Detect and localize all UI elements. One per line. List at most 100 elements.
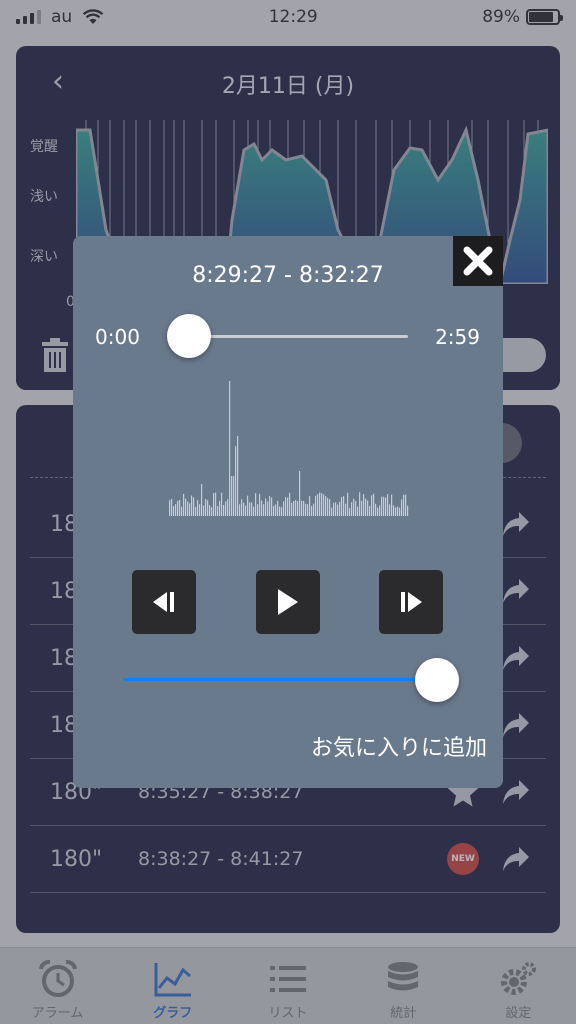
waveform-bar — [355, 500, 357, 516]
waveform-bar — [287, 497, 289, 516]
waveform-bar — [283, 501, 285, 516]
waveform-bar — [189, 503, 191, 516]
waveform-bar — [185, 498, 187, 516]
waveform-bar — [227, 499, 229, 516]
waveform-bar — [399, 507, 401, 516]
seek-slider-thumb[interactable] — [167, 314, 211, 358]
add-to-favorites-button[interactable]: お気に入りに追加 — [311, 730, 487, 762]
waveform-bar — [177, 500, 179, 516]
waveform-bar — [193, 497, 195, 516]
waveform-bar — [267, 501, 269, 516]
seek-slider-track[interactable] — [188, 335, 408, 338]
waveform-bar — [213, 492, 215, 516]
waveform-bar — [225, 501, 227, 516]
waveform-bar — [257, 504, 259, 516]
waveform-bar — [215, 492, 217, 516]
waveform-bar — [333, 502, 335, 516]
waveform-bar — [339, 501, 341, 516]
volume-slider-track[interactable] — [123, 678, 437, 681]
waveform-bar — [255, 493, 257, 516]
waveform-bar — [233, 476, 235, 516]
waveform-bar — [229, 381, 231, 516]
waveform-bar — [263, 504, 265, 516]
waveform-bar — [345, 503, 347, 516]
play-button[interactable] — [256, 570, 320, 634]
waveform-bar — [363, 494, 365, 516]
waveform-bar — [259, 493, 261, 516]
waveform-bar — [191, 495, 193, 516]
waveform-bar — [361, 500, 363, 516]
waveform — [169, 381, 409, 516]
waveform-bar — [235, 446, 237, 516]
waveform-bar — [317, 494, 319, 516]
waveform-bar — [249, 502, 251, 516]
skip-back-icon — [153, 592, 174, 612]
waveform-bar — [381, 496, 383, 516]
waveform-bar — [275, 504, 277, 516]
waveform-bar — [187, 501, 189, 516]
waveform-bar — [301, 500, 303, 516]
waveform-bar — [295, 500, 297, 516]
waveform-bar — [369, 505, 371, 516]
waveform-bar — [271, 497, 273, 516]
waveform-bar — [207, 500, 209, 516]
waveform-bar — [197, 500, 199, 516]
waveform-bar — [387, 494, 389, 516]
waveform-bar — [293, 500, 295, 516]
waveform-bar — [375, 503, 377, 516]
waveform-bar — [329, 499, 331, 516]
total-time: 2:59 — [435, 325, 480, 349]
waveform-bar — [353, 498, 355, 516]
waveform-bar — [389, 504, 391, 516]
waveform-bar — [299, 471, 301, 516]
waveform-bar — [337, 504, 339, 516]
waveform-bar — [383, 496, 385, 516]
waveform-bar — [395, 507, 397, 516]
skip-forward-button[interactable] — [379, 570, 443, 634]
waveform-bar — [281, 507, 283, 516]
waveform-bar — [377, 507, 379, 516]
skip-forward-icon — [401, 592, 422, 612]
waveform-bar — [359, 492, 361, 516]
waveform-bar — [343, 496, 345, 516]
waveform-bar — [285, 497, 287, 516]
waveform-bar — [175, 504, 177, 516]
volume-slider-thumb[interactable] — [415, 658, 459, 702]
waveform-bar — [171, 499, 173, 516]
player-modal: 8:29:27 - 8:32:27 0:00 2:59 お気に入りに追加 — [73, 236, 503, 788]
waveform-bar — [261, 500, 263, 516]
elapsed-time: 0:00 — [95, 325, 140, 349]
waveform-bar — [391, 494, 393, 516]
waveform-bar — [349, 507, 351, 516]
waveform-bar — [211, 507, 213, 516]
waveform-bar — [335, 502, 337, 516]
waveform-bar — [251, 502, 253, 516]
waveform-bar — [397, 506, 399, 516]
waveform-bar — [217, 506, 219, 516]
waveform-bar — [241, 499, 243, 516]
waveform-bar — [183, 493, 185, 516]
waveform-bar — [323, 494, 325, 516]
waveform-bar — [307, 504, 309, 516]
skip-back-button[interactable] — [132, 570, 196, 634]
waveform-bar — [331, 507, 333, 516]
waveform-bar — [379, 505, 381, 516]
waveform-bar — [239, 504, 241, 516]
waveform-bar — [371, 495, 373, 516]
waveform-bar — [407, 505, 409, 516]
waveform-bar — [265, 498, 267, 516]
waveform-bar — [179, 499, 181, 516]
waveform-bar — [195, 506, 197, 516]
waveform-bar — [367, 500, 369, 516]
waveform-bar — [385, 497, 387, 516]
waveform-bar — [319, 492, 321, 516]
waveform-bar — [245, 505, 247, 516]
waveform-bar — [247, 495, 249, 516]
waveform-bar — [221, 492, 223, 516]
waveform-bar — [273, 505, 275, 516]
waveform-bar — [393, 505, 395, 516]
waveform-bar — [173, 506, 175, 516]
waveform-bar — [209, 505, 211, 516]
waveform-bar — [203, 505, 205, 516]
waveform-bar — [199, 504, 201, 516]
